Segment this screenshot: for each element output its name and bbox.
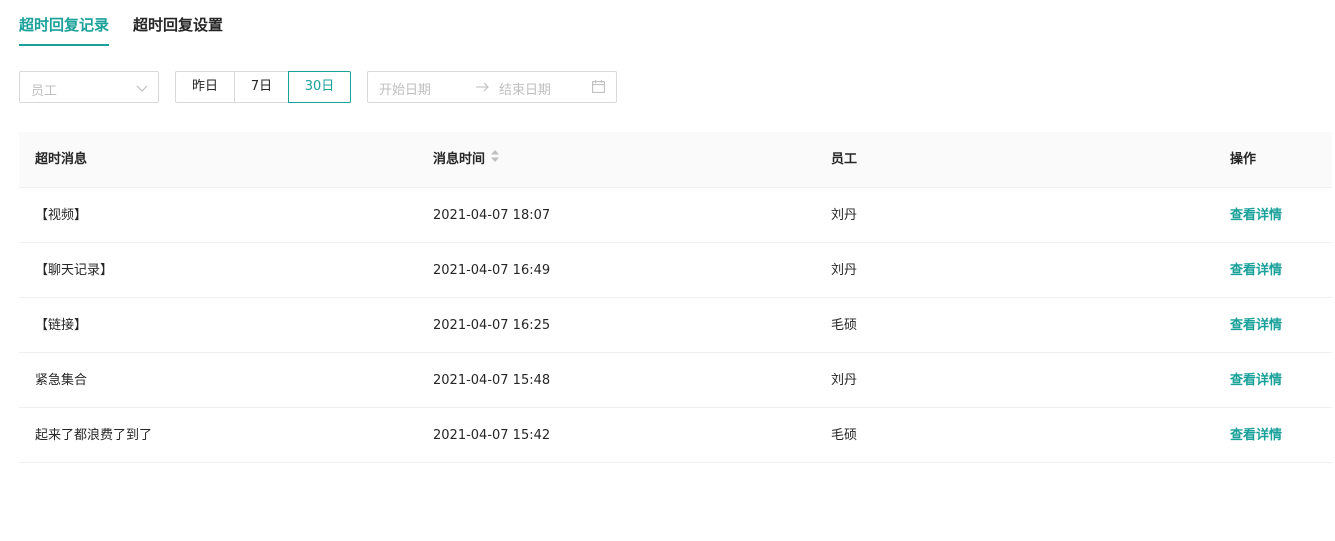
calendar-icon[interactable] xyxy=(592,80,605,97)
range-7-days-button[interactable]: 7日 xyxy=(234,71,289,103)
employee-cell: 刘丹 xyxy=(831,208,858,223)
table-row: 紧急集合 2021-04-07 15:48 刘丹 查看详情 xyxy=(19,353,1332,408)
message-cell: 起来了都浪费了到了 xyxy=(35,428,153,443)
time-cell: 2021-04-07 18:07 xyxy=(433,208,551,223)
range-yesterday-button[interactable]: 昨日 xyxy=(175,71,235,103)
time-cell: 2021-04-07 16:49 xyxy=(433,263,551,278)
employee-cell: 毛硕 xyxy=(831,318,858,333)
message-cell: 【视频】 xyxy=(35,208,88,223)
time-cell: 2021-04-07 15:42 xyxy=(433,428,551,443)
message-cell: 【链接】 xyxy=(35,318,88,333)
tab-bar: 超时回复记录 超时回复设置 xyxy=(19,0,247,48)
view-details-link[interactable]: 查看详情 xyxy=(1230,408,1282,463)
date-range-segmented: 昨日 7日 30日 xyxy=(175,71,351,103)
employee-select-placeholder: 员工 xyxy=(31,84,58,99)
view-details-link[interactable]: 查看详情 xyxy=(1230,188,1282,243)
table-row: 【视频】 2021-04-07 18:07 刘丹 查看详情 xyxy=(19,188,1332,243)
time-cell: 2021-04-07 16:25 xyxy=(433,318,551,333)
column-header-employee: 员工 xyxy=(831,152,858,167)
arrow-right-icon xyxy=(476,81,490,96)
column-header-message: 超时消息 xyxy=(35,152,88,167)
time-cell: 2021-04-07 15:48 xyxy=(433,373,551,388)
tab-timeout-reply-records[interactable]: 超时回复记录 xyxy=(19,0,110,48)
view-details-link[interactable]: 查看详情 xyxy=(1230,243,1282,298)
employee-cell: 刘丹 xyxy=(831,373,858,388)
range-30-days-button[interactable]: 30日 xyxy=(288,71,351,103)
column-header-time[interactable]: 消息时间 xyxy=(433,131,500,187)
end-date-input[interactable]: 结束日期 xyxy=(499,79,551,98)
table-header: 超时消息 消息时间 员工 操作 xyxy=(19,132,1332,188)
table-row: 【链接】 2021-04-07 16:25 毛硕 查看详情 xyxy=(19,298,1332,353)
message-cell: 紧急集合 xyxy=(35,373,88,388)
table-row: 起来了都浪费了到了 2021-04-07 15:42 毛硕 查看详情 xyxy=(19,408,1332,463)
date-range-picker[interactable]: 开始日期 结束日期 xyxy=(367,71,617,103)
tab-timeout-reply-settings[interactable]: 超时回复设置 xyxy=(133,0,223,48)
timeout-records-table: 超时消息 消息时间 员工 操作 【视频】 2021-04-07 18:07 刘丹… xyxy=(19,132,1332,463)
view-details-link[interactable]: 查看详情 xyxy=(1230,353,1282,408)
employee-select[interactable]: 员工 xyxy=(19,71,159,103)
sort-icon[interactable] xyxy=(491,131,500,186)
start-date-input[interactable]: 开始日期 xyxy=(379,79,431,98)
chevron-down-icon xyxy=(136,82,148,97)
column-header-time-label: 消息时间 xyxy=(433,152,486,167)
message-cell: 【聊天记录】 xyxy=(35,263,114,278)
employee-cell: 刘丹 xyxy=(831,263,858,278)
view-details-link[interactable]: 查看详情 xyxy=(1230,298,1282,353)
employee-cell: 毛硕 xyxy=(831,428,858,443)
column-header-action: 操作 xyxy=(1230,152,1257,167)
table-row: 【聊天记录】 2021-04-07 16:49 刘丹 查看详情 xyxy=(19,243,1332,298)
